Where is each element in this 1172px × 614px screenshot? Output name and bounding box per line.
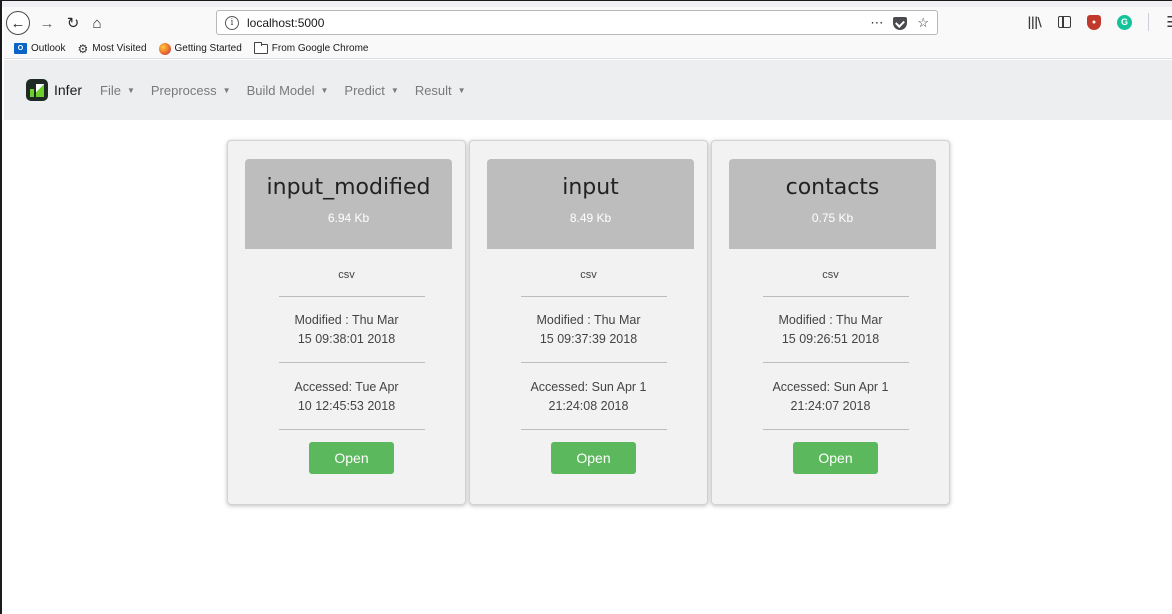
card-header: contacts 0.75 Kb	[729, 159, 936, 249]
pocket-icon[interactable]	[893, 16, 908, 30]
accessed-line: Accessed: Sun Apr 1	[530, 380, 647, 394]
menu-label: Build Model	[246, 82, 315, 98]
file-card: input_modified 6.94 Kb csv Modified : Th…	[227, 140, 466, 505]
info-icon[interactable]: i	[225, 15, 239, 30]
menu-predict[interactable]: Predict ▼	[344, 83, 398, 98]
modified-line: 15 09:37:39 2018	[539, 332, 638, 346]
bookmark-label: Getting Started	[174, 43, 242, 54]
file-card: input 8.49 Kb csv Modified : Thu Mar 15 …	[469, 140, 708, 505]
caret-down-icon: ▼	[222, 85, 231, 95]
menu-build-model[interactable]: Build Model ▼	[247, 83, 329, 98]
modified-line: Modified : Thu Mar	[536, 313, 641, 327]
card-header: input 8.49 Kb	[487, 159, 694, 249]
bookmark-from-google-chrome[interactable]: From Google Chrome	[253, 41, 369, 54]
infer-logo-icon	[26, 79, 48, 101]
accessed-line: 10 12:45:53 2018	[297, 399, 396, 413]
modified-date: Modified : Thu Mar 15 09:26:51 2018	[712, 311, 949, 349]
bookmark-getting-started[interactable]: Getting Started	[158, 42, 242, 55]
modified-line: Modified : Thu Mar	[778, 313, 883, 327]
main-menu: File ▼ Preprocess ▼ Build Model ▼ Predic…	[100, 83, 466, 98]
file-name: contacts	[785, 175, 880, 200]
menu-result[interactable]: Result ▼	[415, 83, 466, 98]
file-type: csv	[338, 269, 355, 281]
file-size: 0.75 Kb	[811, 211, 854, 225]
brand[interactable]: Infer	[26, 79, 82, 101]
divider	[521, 429, 667, 430]
bookmark-label: Most Visited	[92, 43, 147, 54]
file-size: 6.94 Kb	[327, 211, 370, 225]
open-button[interactable]: Open	[793, 442, 878, 474]
toolbar-extensions: |||\ ● G ☰	[1026, 13, 1172, 31]
bookmark-label: From Google Chrome	[271, 43, 369, 54]
menu-label: Preprocess	[150, 82, 217, 98]
url-actions: ⋯ ☆	[870, 15, 929, 31]
modified-date: Modified : Thu Mar 15 09:37:39 2018	[470, 311, 707, 349]
divider	[521, 296, 667, 297]
accessed-line: Accessed: Sun Apr 1	[772, 380, 889, 394]
browser-toolbar: ← → ↻ ⌂ i localhost:5000 ⋯ ☆ |||\ ● G ☰	[4, 7, 1172, 39]
caret-down-icon: ▼	[390, 85, 399, 95]
accessed-line: 21:24:07 2018	[790, 399, 871, 413]
accessed-line: 21:24:08 2018	[548, 399, 629, 413]
toolbar-separator	[1148, 13, 1149, 31]
firefox-icon	[158, 42, 171, 55]
divider	[279, 429, 425, 430]
accessed-date: Accessed: Tue Apr 10 12:45:53 2018	[228, 378, 465, 416]
caret-down-icon: ▼	[126, 85, 135, 95]
accessed-date: Accessed: Sun Apr 1 21:24:08 2018	[470, 378, 707, 416]
accessed-date: Accessed: Sun Apr 1 21:24:07 2018	[712, 378, 949, 416]
home-icon[interactable]: ⌂	[88, 11, 106, 35]
ublock-icon[interactable]: ●	[1087, 14, 1101, 30]
modified-line: Modified : Thu Mar	[294, 313, 399, 327]
more-actions-icon[interactable]: ⋯	[870, 15, 883, 31]
bookmarks-bar: O Outlook ⚙ Most Visited Getting Started…	[4, 39, 1172, 59]
modified-line: 15 09:26:51 2018	[781, 332, 880, 346]
caret-down-icon: ▼	[457, 85, 466, 95]
address-bar[interactable]: i localhost:5000 ⋯ ☆	[216, 10, 938, 35]
gear-icon: ⚙	[77, 41, 89, 56]
divider	[763, 296, 909, 297]
file-type: csv	[580, 269, 597, 281]
file-name: input_modified	[266, 175, 431, 200]
divider	[521, 362, 667, 363]
divider	[279, 362, 425, 363]
library-icon[interactable]: |||\	[1026, 14, 1042, 30]
bookmark-most-visited[interactable]: ⚙ Most Visited	[77, 42, 146, 56]
bookmark-label: Outlook	[31, 43, 66, 54]
back-arrow-icon[interactable]: ←	[6, 11, 30, 35]
menu-preprocess[interactable]: Preprocess ▼	[151, 83, 231, 98]
file-name: input	[562, 175, 619, 200]
grammarly-icon[interactable]: G	[1117, 14, 1132, 30]
reload-icon[interactable]: ↻	[64, 11, 82, 35]
card-header: input_modified 6.94 Kb	[245, 159, 452, 249]
brand-name: Infer	[54, 82, 83, 98]
divider	[763, 362, 909, 363]
modified-date: Modified : Thu Mar 15 09:38:01 2018	[228, 311, 465, 349]
file-size: 8.49 Kb	[569, 211, 612, 225]
divider	[279, 296, 425, 297]
file-card: contacts 0.75 Kb csv Modified : Thu Mar …	[711, 140, 950, 505]
file-type: csv	[822, 269, 839, 281]
bookmark-star-icon[interactable]: ☆	[917, 15, 929, 31]
open-button[interactable]: Open	[309, 442, 394, 474]
app-navbar: Infer File ▼ Preprocess ▼ Build Model ▼ …	[4, 60, 1172, 120]
menu-file[interactable]: File ▼	[100, 83, 135, 98]
file-cards: input_modified 6.94 Kb csv Modified : Th…	[227, 140, 950, 505]
sidebar-icon[interactable]	[1058, 16, 1071, 28]
modified-line: 15 09:38:01 2018	[297, 332, 396, 346]
menu-label: Predict	[344, 82, 385, 98]
accessed-line: Accessed: Tue Apr	[294, 380, 399, 394]
forward-arrow-icon[interactable]: →	[38, 11, 56, 35]
menu-label: Result	[414, 82, 452, 98]
divider	[763, 429, 909, 430]
menu-label: File	[100, 82, 121, 98]
browser-window: ← → ↻ ⌂ i localhost:5000 ⋯ ☆ |||\ ● G ☰ …	[0, 0, 1172, 614]
hamburger-menu-icon[interactable]: ☰	[1165, 14, 1172, 31]
open-button[interactable]: Open	[551, 442, 636, 474]
folder-icon	[253, 41, 268, 54]
caret-down-icon: ▼	[320, 85, 329, 95]
url-text[interactable]: localhost:5000	[247, 16, 324, 30]
outlook-icon: O	[14, 43, 27, 54]
bookmark-outlook[interactable]: O Outlook	[14, 43, 65, 54]
